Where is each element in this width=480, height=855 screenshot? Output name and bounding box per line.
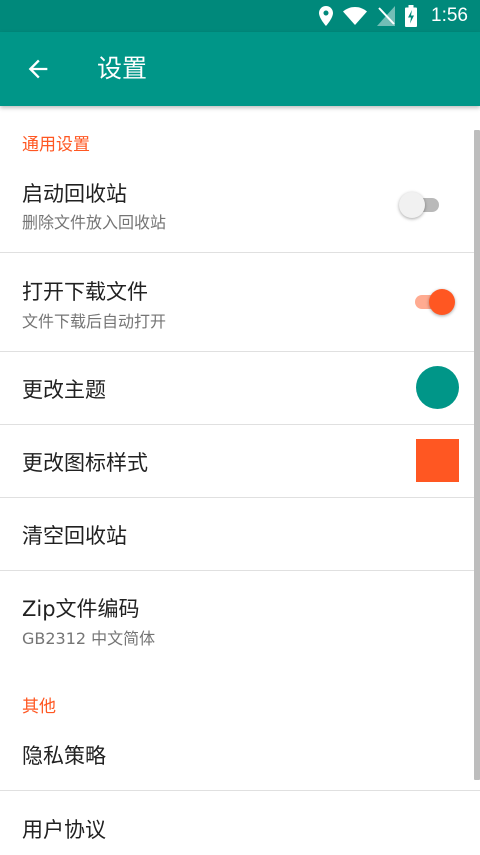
theme-color-swatch bbox=[416, 366, 459, 409]
switch-thumb bbox=[429, 289, 455, 315]
no-sim-icon bbox=[377, 6, 396, 26]
app-bar: 设置 bbox=[0, 32, 480, 106]
wifi-icon bbox=[343, 7, 368, 25]
setting-subtitle: 删除文件放入回收站 bbox=[22, 213, 167, 232]
setting-privacy-policy[interactable]: 隐私策略 bbox=[0, 718, 480, 790]
setting-recycle-bin[interactable]: 启动回收站 删除文件放入回收站 bbox=[0, 160, 480, 252]
open-download-switch[interactable] bbox=[411, 287, 455, 317]
switch-thumb bbox=[399, 192, 425, 218]
setting-title: Zip文件编码 bbox=[22, 597, 140, 621]
setting-title: 清空回收站 bbox=[22, 524, 127, 548]
settings-list: 通用设置 启动回收站 删除文件放入回收站 打开下载文件 文件下载后自动打开 更改… bbox=[0, 106, 480, 855]
arrow-back-icon bbox=[28, 59, 48, 79]
setting-open-download[interactable]: 打开下载文件 文件下载后自动打开 bbox=[0, 253, 480, 351]
setting-subtitle: GB2312 中文简体 bbox=[22, 629, 156, 648]
section-header-general: 通用设置 bbox=[22, 135, 90, 155]
back-button[interactable] bbox=[14, 45, 62, 93]
icon-style-swatch bbox=[416, 439, 459, 482]
setting-zip-encoding[interactable]: Zip文件编码 GB2312 中文简体 bbox=[0, 571, 480, 663]
setting-clear-recycle-bin[interactable]: 清空回收站 bbox=[0, 498, 480, 570]
setting-theme[interactable]: 更改主题 bbox=[0, 352, 480, 424]
setting-user-agreement[interactable]: 用户协议 bbox=[0, 791, 480, 855]
status-bar: 1:56 bbox=[0, 0, 480, 32]
setting-title: 更改图标样式 bbox=[22, 451, 148, 475]
setting-title: 启动回收站 bbox=[22, 182, 127, 206]
setting-subtitle: 文件下载后自动打开 bbox=[22, 312, 167, 331]
page-title: 设置 bbox=[97, 54, 148, 83]
scrollbar[interactable] bbox=[474, 130, 480, 780]
battery-charging-icon bbox=[405, 5, 418, 27]
setting-title: 更改主题 bbox=[22, 378, 106, 402]
section-header-other: 其他 bbox=[22, 697, 56, 717]
setting-title: 用户协议 bbox=[22, 818, 106, 842]
status-icons: 1:56 bbox=[319, 0, 468, 32]
setting-title: 隐私策略 bbox=[22, 744, 106, 768]
recycle-bin-switch[interactable] bbox=[399, 190, 443, 220]
setting-icon-style[interactable]: 更改图标样式 bbox=[0, 425, 480, 497]
setting-title: 打开下载文件 bbox=[22, 280, 148, 304]
location-icon bbox=[319, 6, 334, 26]
status-time: 1:56 bbox=[431, 5, 468, 26]
